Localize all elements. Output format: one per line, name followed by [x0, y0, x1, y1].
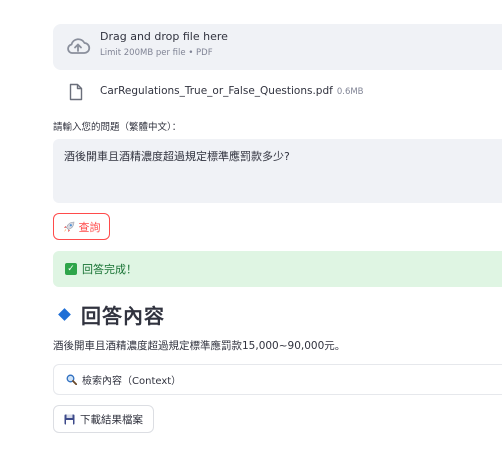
- dropzone-title: Drag and drop file here: [100, 30, 228, 43]
- answer-heading: 回答內容: [58, 300, 165, 329]
- file-size: 0.6MB: [336, 87, 364, 97]
- question-label: 請輸入您的問題（繁體中文）：: [53, 122, 182, 133]
- rocket-icon: [63, 221, 74, 232]
- context-expander-label: 檢索內容（Context）: [82, 376, 182, 387]
- magnifier-icon: [66, 374, 77, 385]
- success-alert: ✓ 回答完成！: [53, 251, 502, 287]
- dropzone-limit: Limit 200MB per file • PDF: [100, 48, 213, 58]
- cloud-upload-icon: [67, 38, 91, 54]
- query-button-label: 查詢: [78, 220, 101, 234]
- diamond-icon: [58, 308, 71, 321]
- question-textarea[interactable]: 酒後開車且酒精濃度超過規定標準應罰款多少?: [53, 139, 502, 203]
- uploaded-file-row: CarRegulations_True_or_False_Questions.p…: [53, 80, 493, 104]
- download-button-label: 下載結果檔案: [80, 413, 143, 426]
- query-button[interactable]: 查詢: [53, 213, 110, 240]
- floppy-disk-icon: [64, 414, 75, 424]
- answer-title: 回答內容: [81, 304, 165, 328]
- file-icon: [69, 83, 83, 101]
- answer-text: 酒後開車且酒精濃度超過規定標準應罰款15,000~90,000元。: [53, 340, 346, 352]
- uploaded-file-name: CarRegulations_True_or_False_Questions.p…: [100, 85, 364, 97]
- file-name-text: CarRegulations_True_or_False_Questions.p…: [100, 85, 333, 97]
- context-expander[interactable]: 檢索內容（Context）: [53, 364, 502, 395]
- download-button[interactable]: 下載結果檔案: [53, 405, 154, 433]
- success-text: 回答完成！: [82, 263, 137, 276]
- check-icon: ✓: [65, 263, 77, 275]
- file-dropzone[interactable]: Drag and drop file here Limit 200MB per …: [53, 24, 502, 70]
